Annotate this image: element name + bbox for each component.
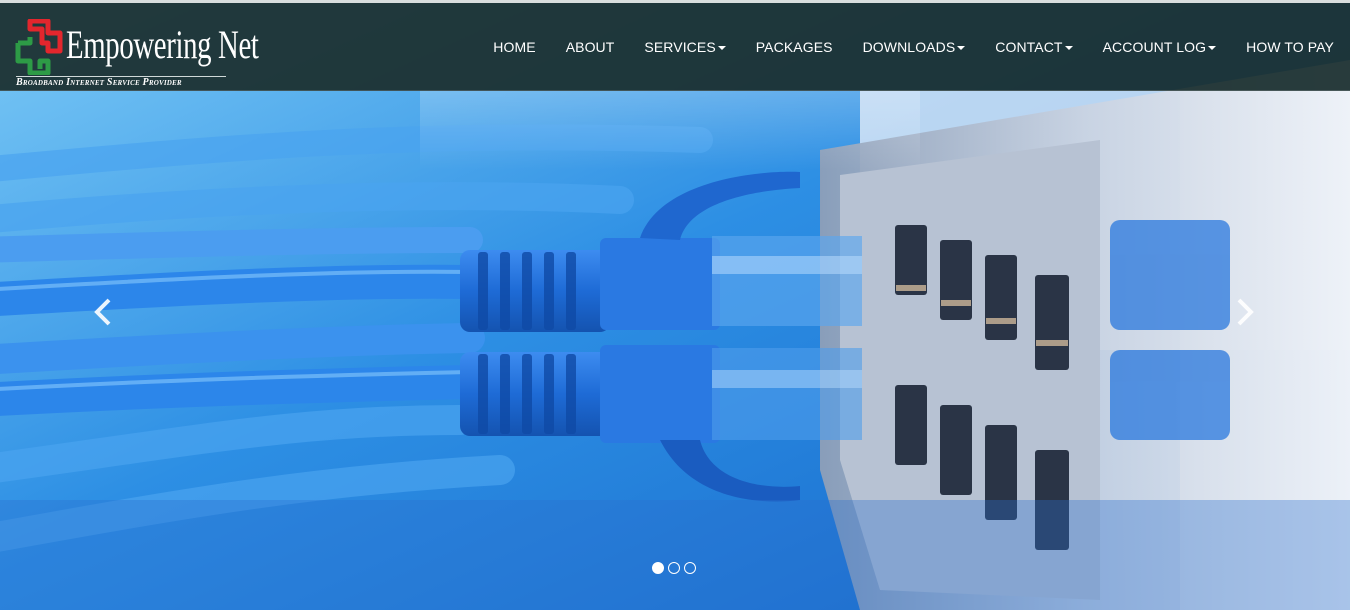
brand-logo[interactable]: Empowering Net Broadband Internet Servic…: [14, 17, 259, 91]
main-navigation: HOME ABOUT SERVICES PACKAGES DOWNLOADS C…: [478, 3, 1334, 91]
nav-item-services[interactable]: SERVICES: [629, 39, 740, 55]
carousel-indicators: [652, 562, 696, 574]
carousel-indicator-1[interactable]: [652, 562, 664, 574]
nav-item-label: SERVICES: [644, 39, 716, 55]
nav-item-label: DOWNLOADS: [862, 39, 956, 55]
carousel-next-button[interactable]: [1230, 292, 1260, 332]
carousel-indicator-2[interactable]: [668, 562, 680, 574]
chevron-left-icon: [94, 298, 111, 326]
nav-item-how-to-pay[interactable]: HOW TO PAY: [1231, 39, 1334, 55]
nav-item-label: PACKAGES: [755, 39, 833, 55]
caret-down-icon: [1064, 45, 1073, 50]
caret-down-icon: [717, 45, 726, 50]
nav-item-label: CONTACT: [995, 39, 1063, 55]
nav-item-about[interactable]: ABOUT: [551, 39, 630, 55]
brand-tagline: Broadband Internet Service Provider: [16, 77, 182, 88]
site-header: Empowering Net Broadband Internet Servic…: [0, 3, 1350, 91]
nav-item-label: HOME: [493, 39, 536, 55]
caret-down-icon: [957, 45, 966, 50]
hero-slide-image: [0, 0, 1350, 610]
carousel-prev-button[interactable]: [88, 292, 118, 332]
nav-item-downloads[interactable]: DOWNLOADS: [848, 39, 981, 55]
nav-item-account-log[interactable]: ACCOUNT LOG: [1088, 39, 1232, 55]
carousel-indicator-3[interactable]: [684, 562, 696, 574]
nav-item-label: ABOUT: [565, 39, 615, 55]
nav-item-contact[interactable]: CONTACT: [980, 39, 1087, 55]
top-border: [0, 0, 1350, 3]
nav-item-label: HOW TO PAY: [1246, 39, 1334, 55]
nav-item-home[interactable]: HOME: [478, 39, 550, 55]
brand-name: Empowering Net: [66, 22, 259, 67]
nav-item-label: ACCOUNT LOG: [1102, 39, 1207, 55]
brand-logo-mark-icon: [15, 19, 63, 75]
nav-item-packages[interactable]: PACKAGES: [741, 39, 848, 55]
hero-carousel: [0, 0, 1350, 610]
caret-down-icon: [1208, 45, 1217, 50]
chevron-right-icon: [1237, 298, 1254, 326]
